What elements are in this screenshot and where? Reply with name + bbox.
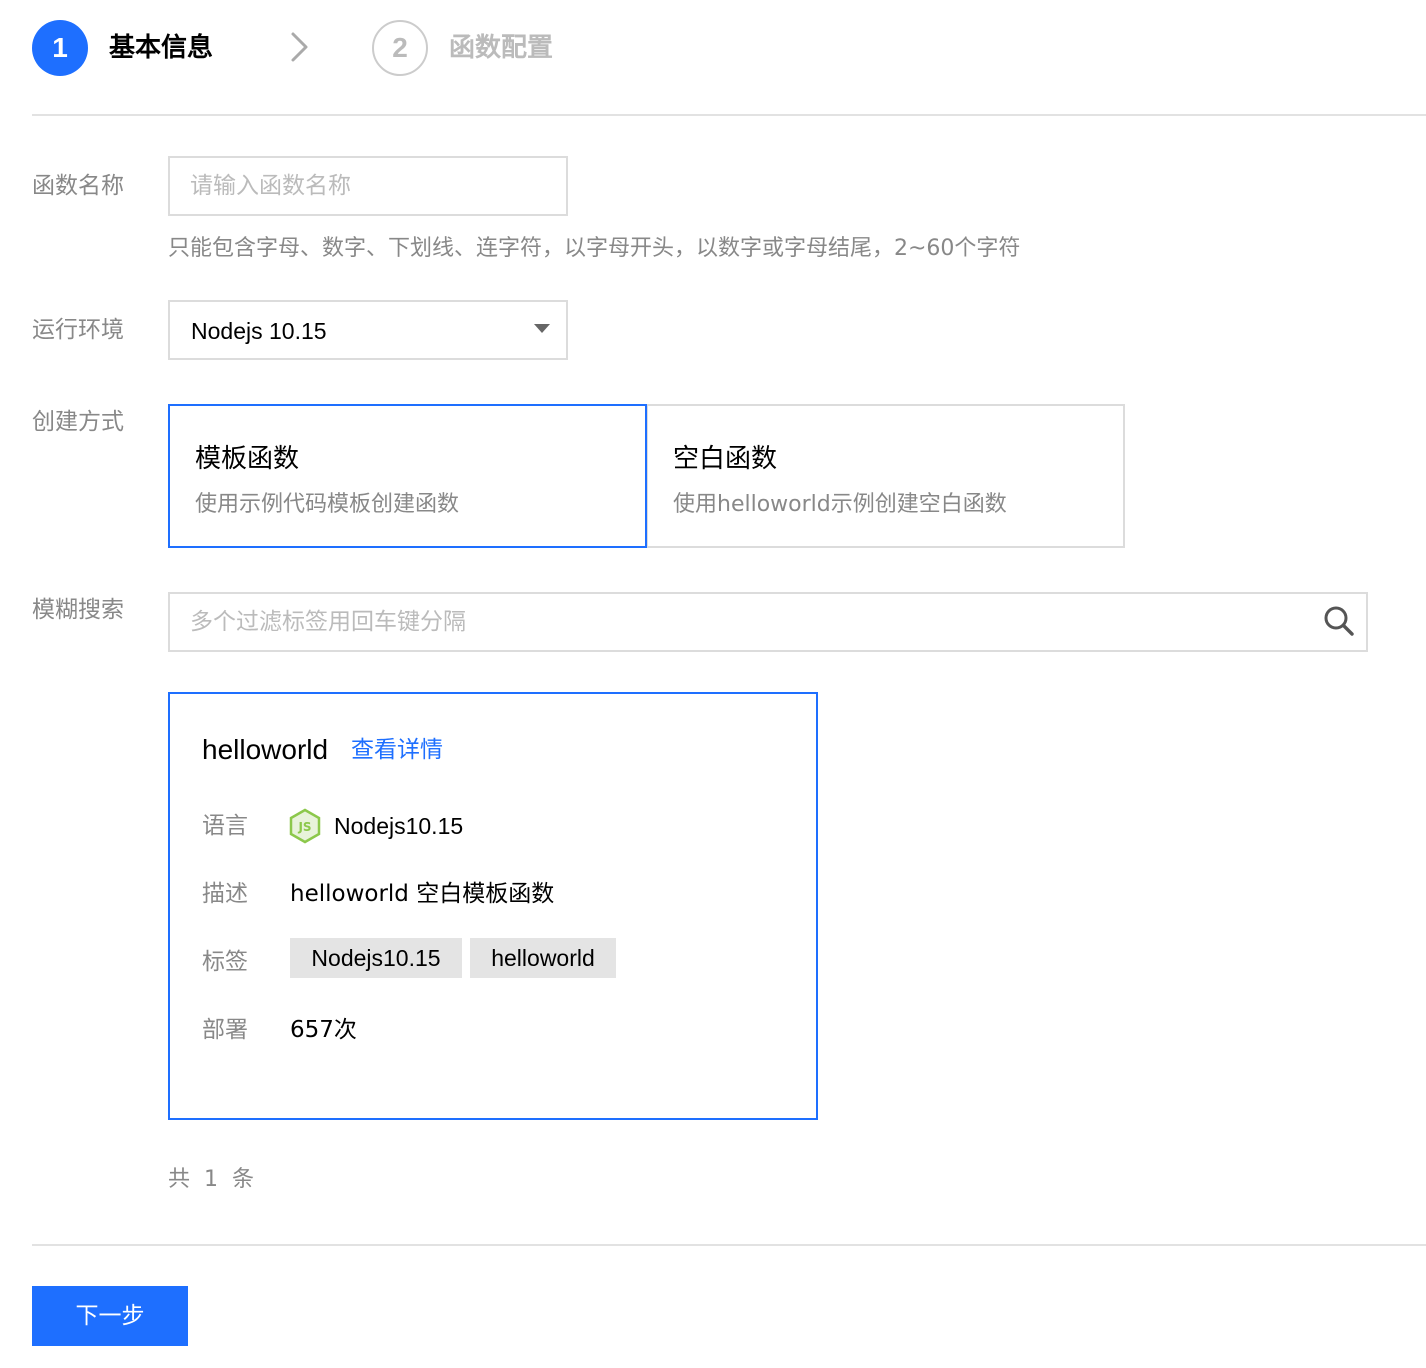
deploy-count: 657次 xyxy=(290,1017,357,1043)
nodejs-icon: JS xyxy=(289,808,321,844)
method-option-title: 模板函数 xyxy=(195,444,300,474)
step-1-number: 1 xyxy=(32,20,88,76)
steps-indicator: 1 基本信息 2 函数配置 xyxy=(32,18,1426,78)
view-details-link[interactable]: 查看详情 xyxy=(351,732,443,768)
function-name-hint: 只能包含字母、数字、下划线、连字符，以字母开头，以数字或字母结尾，2~60个字符 xyxy=(168,236,1021,261)
next-step-button[interactable]: 下一步 xyxy=(32,1286,188,1346)
runtime-select[interactable]: Nodejs 10.15 xyxy=(168,300,568,360)
search-label: 模糊搜索 xyxy=(32,597,124,623)
tags-label: 标签 xyxy=(202,949,248,975)
deploy-label: 部署 xyxy=(202,1017,248,1043)
description-label: 描述 xyxy=(202,881,248,907)
description-value: helloworld 空白模板函数 xyxy=(290,881,555,907)
runtime-selected-value: Nodejs 10.15 xyxy=(191,318,327,344)
caret-down-icon xyxy=(534,324,550,333)
function-name-label: 函数名称 xyxy=(32,173,124,199)
template-name: helloworld xyxy=(202,734,329,765)
step-1-label: 基本信息 xyxy=(109,33,214,63)
template-card[interactable]: helloworld 查看详情 语言 JS Nodejs10.15 描述 hel… xyxy=(168,692,818,1120)
chevron-right-icon xyxy=(291,32,308,62)
create-method-label: 创建方式 xyxy=(32,409,124,435)
method-option-desc: 使用示例代码模板创建函数 xyxy=(195,492,460,517)
method-option-blank[interactable]: 空白函数 使用helloworld示例创建空白函数 xyxy=(646,404,1125,548)
step-2-number: 2 xyxy=(372,20,428,76)
language-label: 语言 xyxy=(202,813,248,839)
svg-text:JS: JS xyxy=(297,820,311,834)
tag-item: helloworld xyxy=(470,938,616,978)
runtime-label: 运行环境 xyxy=(32,317,124,343)
bottom-divider xyxy=(32,1244,1426,1246)
search-input[interactable] xyxy=(168,592,1368,652)
language-value: Nodejs10.15 xyxy=(334,813,464,839)
tag-item: Nodejs10.15 xyxy=(290,938,462,978)
step-2-label: 函数配置 xyxy=(449,33,554,63)
total-count: 共 1 条 xyxy=(168,1167,254,1192)
method-option-desc: 使用helloworld示例创建空白函数 xyxy=(673,492,1007,517)
top-divider xyxy=(32,114,1426,116)
method-option-template[interactable]: 模板函数 使用示例代码模板创建函数 xyxy=(168,404,647,548)
search-icon[interactable] xyxy=(1322,604,1356,638)
method-option-title: 空白函数 xyxy=(673,444,778,474)
function-name-input[interactable] xyxy=(168,156,568,216)
